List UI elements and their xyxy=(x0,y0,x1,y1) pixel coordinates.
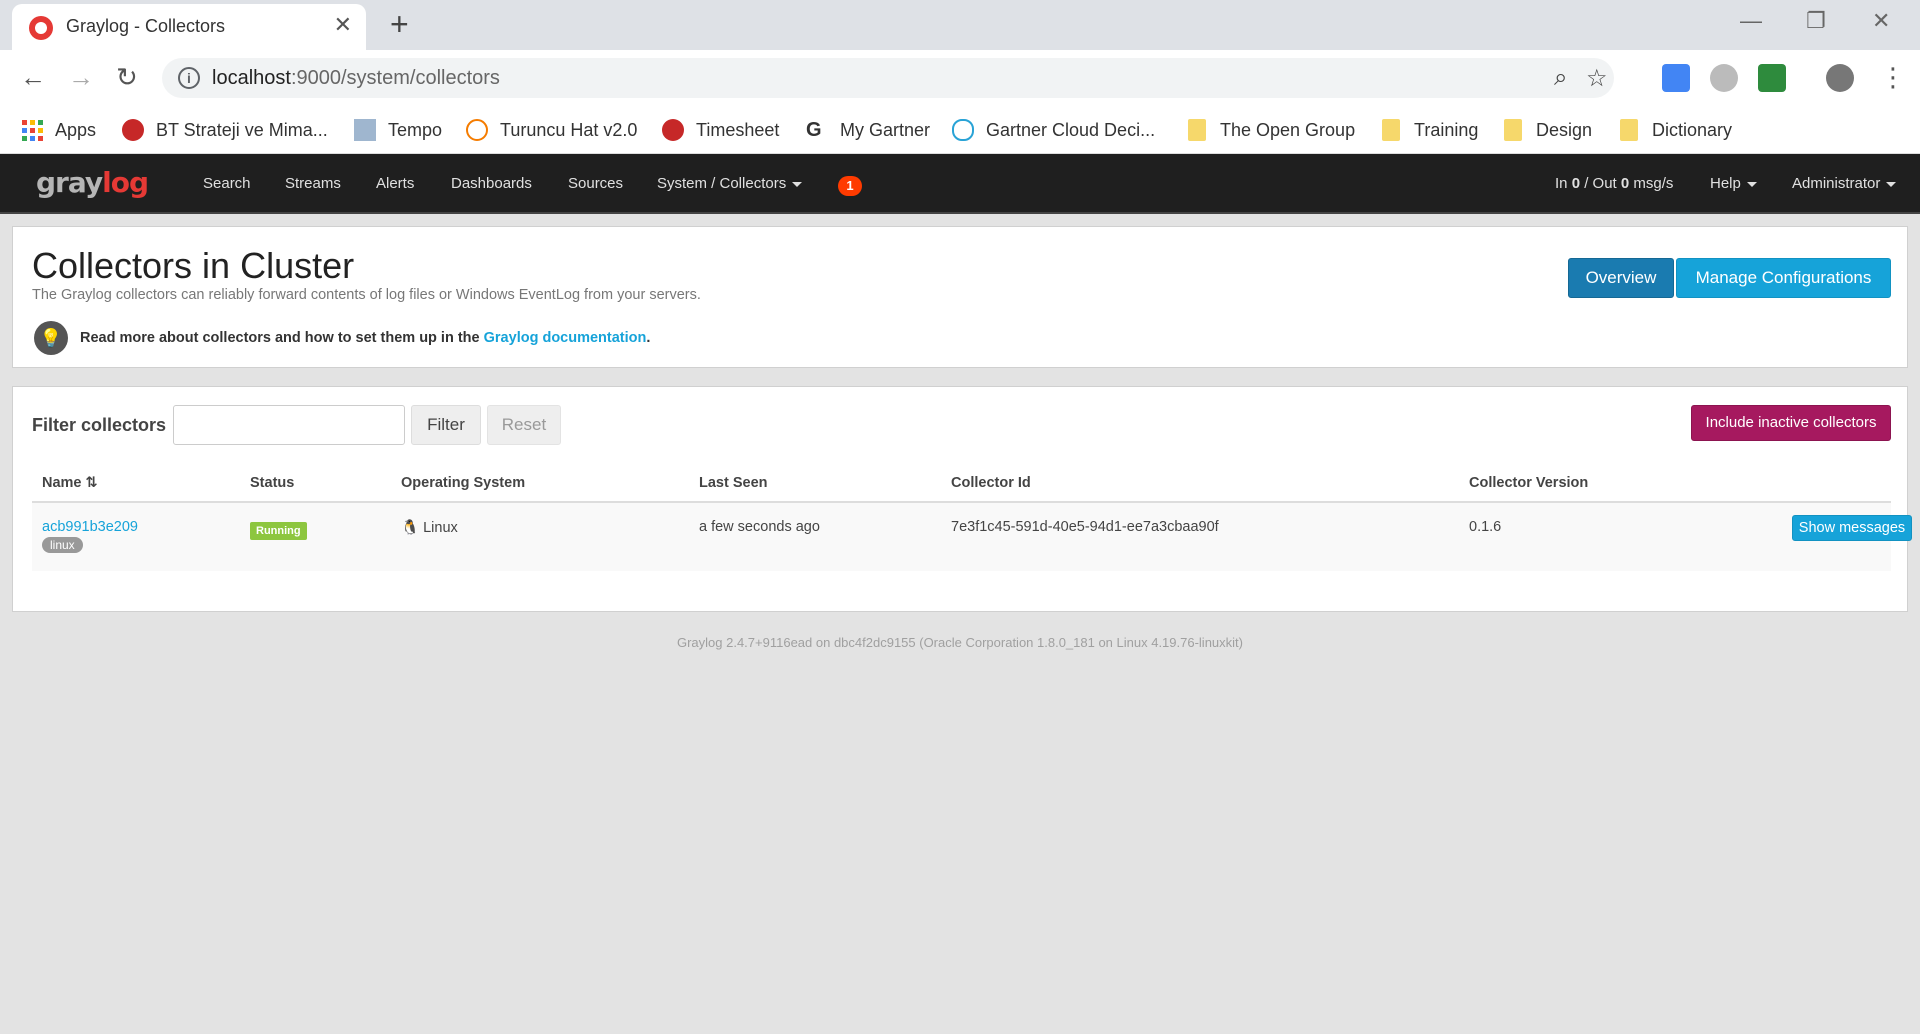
extension-icon[interactable] xyxy=(1710,64,1738,92)
caret-down-icon xyxy=(792,181,803,187)
graylog-logo[interactable]: graylog xyxy=(36,166,149,199)
close-window-icon[interactable]: ✕ xyxy=(1872,6,1890,36)
nav-search[interactable]: Search xyxy=(203,175,251,192)
zoom-icon[interactable]: ⌕ xyxy=(1554,64,1567,92)
graylog-favicon-icon xyxy=(29,16,53,40)
minimize-window-icon[interactable]: — xyxy=(1740,6,1762,36)
nav-alerts[interactable]: Alerts xyxy=(376,175,414,192)
folder-icon xyxy=(1504,119,1522,141)
bookmark-folder[interactable]: Dictionary xyxy=(1620,114,1732,146)
browser-tab-bar: Graylog - Collectors ✕ + — ❐ ✕ xyxy=(0,0,1920,50)
cloud-icon xyxy=(952,119,974,141)
caret-down-icon xyxy=(1886,181,1897,187)
extension-icon[interactable] xyxy=(1758,64,1786,92)
address-bar[interactable]: i localhost:9000/system/collectors ⌕ ☆ xyxy=(162,58,1614,98)
reset-button[interactable]: Reset xyxy=(487,405,561,445)
documentation-link[interactable]: Graylog documentation xyxy=(484,330,647,346)
bookmark-item[interactable]: G My Gartner xyxy=(806,114,930,146)
nav-help-dropdown[interactable]: Help xyxy=(1710,175,1757,192)
tab-title: Graylog - Collectors xyxy=(66,16,226,36)
browser-tab[interactable]: Graylog - Collectors ✕ xyxy=(12,4,366,50)
documentation-note: Read more about collectors and how to se… xyxy=(80,330,651,346)
manage-configurations-button[interactable]: Manage Configurations xyxy=(1676,258,1891,298)
bookmark-item[interactable]: Gartner Cloud Deci... xyxy=(952,114,1155,146)
column-header-collector-id[interactable]: Collector Id xyxy=(951,475,1031,491)
filter-label: Filter collectors xyxy=(32,415,167,435)
notification-badge[interactable]: 1 xyxy=(838,176,862,196)
bookmark-item[interactable]: Timesheet xyxy=(662,114,779,146)
column-header-last-seen[interactable]: Last Seen xyxy=(699,475,768,491)
column-header-version[interactable]: Collector Version xyxy=(1469,475,1588,491)
throughput-indicator: In 0 / Out 0 msg/s xyxy=(1555,175,1674,192)
nav-system-dropdown[interactable]: System / Collectors xyxy=(657,175,803,192)
nav-streams[interactable]: Streams xyxy=(285,175,341,192)
column-header-status[interactable]: Status xyxy=(250,475,294,491)
site-info-icon[interactable]: i xyxy=(178,67,200,89)
filter-button[interactable]: Filter xyxy=(411,405,481,445)
page-subtitle: The Graylog collectors can reliably forw… xyxy=(32,287,701,303)
url-text[interactable]: localhost:9000/system/collectors xyxy=(212,67,500,90)
collector-id: 7e3f1c45-591d-40e5-94d1-ee7a3cbaa90f xyxy=(951,519,1219,535)
bookmarks-bar: Apps BT Strateji ve Mima... Tempo Turunc… xyxy=(0,106,1920,154)
caret-down-icon xyxy=(1746,181,1757,187)
bookmark-folder[interactable]: Training xyxy=(1382,114,1478,146)
status-badge: Running xyxy=(250,522,307,540)
turkish-airlines-icon xyxy=(122,119,144,141)
back-icon[interactable]: ← xyxy=(20,62,46,92)
reload-icon[interactable]: ↻ xyxy=(116,62,138,92)
browser-menu-icon[interactable]: ⋮ xyxy=(1880,62,1906,92)
nav-user-dropdown[interactable]: Administrator xyxy=(1792,175,1897,192)
bookmark-item[interactable]: BT Strateji ve Mima... xyxy=(122,114,328,146)
collector-last-seen: a few seconds ago xyxy=(699,519,820,535)
page-header-panel: Collectors in Cluster The Graylog collec… xyxy=(12,226,1908,368)
tempo-icon xyxy=(354,119,376,141)
restore-window-icon[interactable]: ❐ xyxy=(1806,6,1826,36)
bookmark-apps[interactable]: Apps xyxy=(22,114,96,146)
nav-sources[interactable]: Sources xyxy=(568,175,623,192)
folder-icon xyxy=(1620,119,1638,141)
forward-icon[interactable]: → xyxy=(68,62,94,92)
collector-os: 🐧 Linux xyxy=(401,520,458,536)
collectors-panel: Filter collectors Filter Reset Include i… xyxy=(12,386,1912,612)
sort-icon[interactable]: ⇅ xyxy=(86,475,98,491)
graylog-navbar: graylog Search Streams Alerts Dashboards… xyxy=(0,154,1920,214)
footer-version: Graylog 2.4.7+9116ead on dbc4f2dc9155 (O… xyxy=(676,635,1243,650)
folder-icon xyxy=(1188,119,1206,141)
overview-button[interactable]: Overview xyxy=(1568,258,1674,298)
page-title: Collectors in Cluster xyxy=(32,245,355,286)
bookmark-item[interactable]: Tempo xyxy=(354,114,442,146)
turkish-airlines-icon xyxy=(662,119,684,141)
close-tab-icon[interactable]: ✕ xyxy=(334,12,352,38)
folder-icon xyxy=(1382,119,1400,141)
apps-grid-icon xyxy=(22,119,43,141)
bookmark-item[interactable]: Turuncu Hat v2.0 xyxy=(466,114,637,146)
linux-icon: 🐧 xyxy=(401,520,420,536)
os-tag-badge: linux xyxy=(42,537,83,553)
table-row: acb991b3e209 linux Running 🐧 Linux a few… xyxy=(32,503,1912,571)
bookmark-star-icon[interactable]: ☆ xyxy=(1586,64,1608,93)
collector-version: 0.1.6 xyxy=(1469,519,1502,535)
column-header-os[interactable]: Operating System xyxy=(401,475,525,491)
bookmark-folder[interactable]: The Open Group xyxy=(1188,114,1355,146)
new-tab-icon[interactable]: + xyxy=(390,6,409,42)
column-header-name[interactable]: Name ⇅ xyxy=(42,475,98,491)
clock-icon xyxy=(466,119,488,141)
collector-name[interactable]: acb991b3e209 xyxy=(42,519,138,535)
bookmark-folder[interactable]: Design xyxy=(1504,114,1592,146)
profile-avatar[interactable] xyxy=(1826,64,1854,92)
nav-dashboards[interactable]: Dashboards xyxy=(451,175,532,192)
include-inactive-button[interactable]: Include inactive collectors xyxy=(1691,405,1891,441)
google-translate-extension-icon[interactable] xyxy=(1662,64,1690,92)
lightbulb-icon: 💡 xyxy=(34,321,68,355)
gartner-g-icon: G xyxy=(806,119,822,141)
browser-toolbar: ← → ↻ i localhost:9000/system/collectors… xyxy=(0,50,1920,106)
filter-input[interactable] xyxy=(173,405,405,445)
show-messages-button[interactable]: Show messages xyxy=(1792,515,1912,541)
